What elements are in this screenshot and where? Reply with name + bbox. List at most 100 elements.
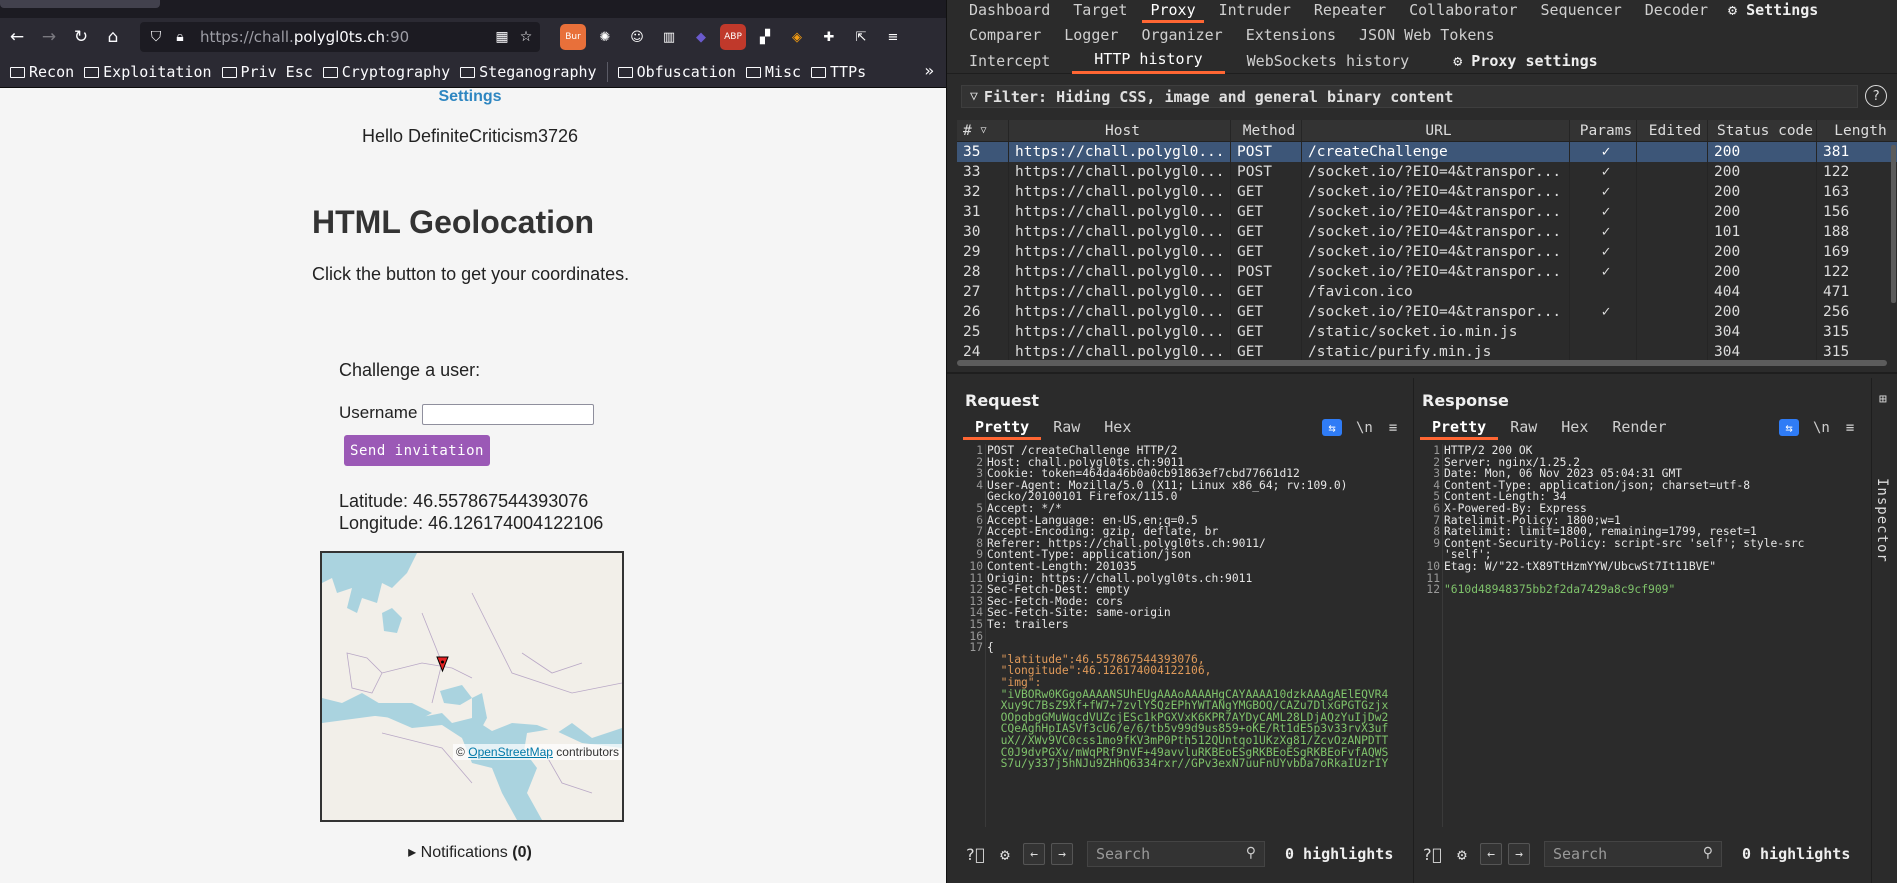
extension-wheel-icon[interactable]: ✺	[592, 24, 618, 50]
gear-icon[interactable]: ⚙	[993, 842, 1017, 866]
bookmark-folder-recon[interactable]: Recon	[10, 63, 74, 81]
bookmark-folder-misc[interactable]: Misc	[745, 63, 801, 81]
reload-icon[interactable]: ↻	[66, 22, 96, 52]
grid-icon[interactable]: ▦	[494, 29, 510, 45]
column-header-status[interactable]: Status code	[1708, 120, 1817, 141]
bookmark-folder-ttps[interactable]: TTPs	[811, 63, 866, 81]
response-search-input[interactable]: Search ⚲	[1544, 841, 1722, 867]
tab-response-hex[interactable]: Hex	[1549, 418, 1600, 440]
notifications-toggle[interactable]: ▸ Notifications (0)	[0, 842, 940, 862]
previous-arrow-icon[interactable]: ←	[1023, 843, 1045, 865]
table-row[interactable]: 28 https://chall.polygl0... POST/socket.io…	[957, 262, 1897, 282]
tab-target[interactable]: Target	[1073, 1, 1127, 19]
next-arrow-icon[interactable]: →	[1508, 843, 1530, 865]
metamask-fox-icon[interactable]: ◈	[784, 24, 810, 50]
browser-tab[interactable]	[0, 0, 160, 8]
tab-intruder[interactable]: Intruder	[1219, 1, 1291, 19]
tab-sequencer[interactable]: Sequencer	[1541, 1, 1622, 19]
hamburger-menu-icon[interactable]: ≡	[1846, 420, 1854, 436]
home-icon[interactable]: ⌂	[98, 22, 128, 52]
tab-http-history[interactable]: HTTP history	[1072, 48, 1225, 74]
word-wrap-icon[interactable]: ⇆	[1779, 419, 1799, 436]
column-header-edited[interactable]: Edited	[1637, 120, 1708, 141]
response-editor[interactable]: 1 HTTP/2 200 OK 2 Server: nginx/1.25.2 3 Date…	[1420, 444, 1868, 827]
tab-organizer[interactable]: Organizer	[1141, 26, 1222, 44]
tab-logger[interactable]: Logger	[1064, 26, 1118, 44]
adblock-icon[interactable]: ABP	[720, 24, 746, 50]
extensions-puzzle-icon[interactable]: ✚	[816, 24, 842, 50]
tab-request-pretty[interactable]: Pretty	[963, 418, 1042, 440]
bookmark-folder-priv-esc[interactable]: Priv Esc	[221, 63, 313, 81]
tab-response-raw[interactable]: Raw	[1498, 418, 1549, 440]
forward-arrow-icon[interactable]: →	[34, 22, 64, 52]
tab-json-web-tokens[interactable]: JSON Web Tokens	[1359, 26, 1494, 44]
bookmark-folder-exploitation[interactable]: Exploitation	[84, 63, 212, 81]
bookmark-folder-cryptography[interactable]: Cryptography	[322, 63, 450, 81]
tab-response-render[interactable]: Render	[1600, 418, 1678, 440]
column-header-number[interactable]: # ▽	[957, 120, 1009, 141]
url-bar[interactable]: ⛉ 🔒︎ https://chall.polygl0ts.ch:90 ▦ ☆	[140, 22, 540, 52]
tab-dashboard[interactable]: Dashboard	[969, 1, 1050, 19]
tab-repeater[interactable]: Repeater	[1314, 1, 1386, 19]
tab-websockets-history[interactable]: WebSockets history	[1225, 48, 1432, 74]
table-row[interactable]: 25 https://chall.polygl0... GET/static/soc…	[957, 322, 1897, 342]
filter-bar[interactable]: ▽ Filter: Hiding CSS, image and general b…	[961, 85, 1858, 108]
request-search-input[interactable]: Search ⚲	[1087, 841, 1265, 867]
pane-divider[interactable]	[947, 372, 1897, 374]
request-editor[interactable]: 1 POST /createChallenge HTTP/2 2 Host: chal…	[963, 444, 1395, 827]
newline-icon[interactable]: \n	[1356, 420, 1373, 436]
settings-link[interactable]: Settings	[0, 88, 940, 106]
tab-request-hex[interactable]: Hex	[1092, 418, 1143, 440]
table-horizontal-scrollbar[interactable]	[957, 360, 1887, 366]
column-header-method[interactable]: Method	[1231, 120, 1302, 141]
tab-proxy[interactable]: Proxy	[1142, 1, 1204, 23]
table-row[interactable]: 30 https://chall.polygl0... GET/socket.io/…	[957, 222, 1897, 242]
tab-intercept[interactable]: Intercept	[947, 48, 1072, 74]
table-row[interactable]: 32 https://chall.polygl0... GET/socket.io/…	[957, 182, 1897, 202]
column-header-url[interactable]: URL	[1302, 120, 1570, 141]
username-input[interactable]	[422, 404, 594, 425]
tab-response-pretty[interactable]: Pretty	[1420, 418, 1499, 440]
tab-request-raw[interactable]: Raw	[1041, 418, 1092, 440]
table-row[interactable]: 33 https://chall.polygl0... POST/socket.io…	[957, 162, 1897, 182]
column-header-length[interactable]: Length	[1817, 120, 1897, 141]
column-header-host[interactable]: Host	[1009, 120, 1231, 141]
bookmark-folder-obfuscation[interactable]: Obfuscation	[617, 63, 736, 81]
openstreetmap-link[interactable]: OpenStreetMap	[468, 745, 553, 759]
table-row[interactable]: 26 https://chall.polygl0... GET/socket.io/…	[957, 302, 1897, 322]
help-circle-icon[interactable]: ?⃝	[963, 842, 987, 866]
table-row[interactable]: 35 https://chall.polygl0... POST/createCha…	[957, 142, 1897, 162]
back-arrow-icon[interactable]: ←	[2, 22, 32, 52]
share-icon[interactable]: ⇱	[848, 24, 874, 50]
table-row[interactable]: 27 https://chall.polygl0... GET/favicon.ic…	[957, 282, 1897, 302]
burp-extension-icon[interactable]: Bur	[560, 24, 586, 50]
shield-icon[interactable]: ⛉	[148, 29, 164, 45]
settings-button[interactable]: ⚙ Settings	[1728, 1, 1818, 19]
table-row[interactable]: 24 https://chall.polygl0... GET/static/pur…	[957, 342, 1897, 360]
table-row[interactable]: 31 https://chall.polygl0... GET/socket.io/…	[957, 202, 1897, 222]
table-scrollbar[interactable]	[1891, 145, 1896, 303]
chevron-right-double-icon[interactable]: »	[924, 61, 934, 80]
extension-diamond-icon[interactable]: ◆	[688, 24, 714, 50]
next-arrow-icon[interactable]: →	[1051, 843, 1073, 865]
inspector-sidebar[interactable]: ⊞ Inspector	[1871, 378, 1897, 883]
lock-icon[interactable]: 🔒︎	[172, 29, 188, 45]
bookmark-folder-steganography[interactable]: Steganography	[460, 63, 597, 81]
newline-icon[interactable]: \n	[1813, 420, 1830, 436]
extension-trash-icon[interactable]: ▥	[656, 24, 682, 50]
gear-icon[interactable]: ⚙	[1450, 842, 1474, 866]
extension-face-icon[interactable]: ☺	[624, 24, 650, 50]
help-icon[interactable]: ?	[1865, 85, 1887, 107]
tab-collaborator[interactable]: Collaborator	[1409, 1, 1517, 19]
word-wrap-icon[interactable]: ⇆	[1322, 419, 1342, 436]
table-row[interactable]: 29 https://chall.polygl0... GET/socket.io/…	[957, 242, 1897, 262]
previous-arrow-icon[interactable]: ←	[1480, 843, 1502, 865]
star-icon[interactable]: ☆	[518, 29, 534, 45]
help-circle-icon[interactable]: ?⃝	[1420, 842, 1444, 866]
extension-puzzle-grid-icon[interactable]: ▞	[752, 24, 778, 50]
column-header-params[interactable]: Params	[1570, 120, 1637, 141]
hamburger-menu-icon[interactable]: ≡	[1389, 420, 1397, 436]
send-invitation-button[interactable]: Send invitation	[344, 435, 490, 466]
tab-decoder[interactable]: Decoder	[1645, 1, 1708, 19]
proxy-settings-button[interactable]: ⚙ Proxy settings	[1431, 48, 1620, 74]
